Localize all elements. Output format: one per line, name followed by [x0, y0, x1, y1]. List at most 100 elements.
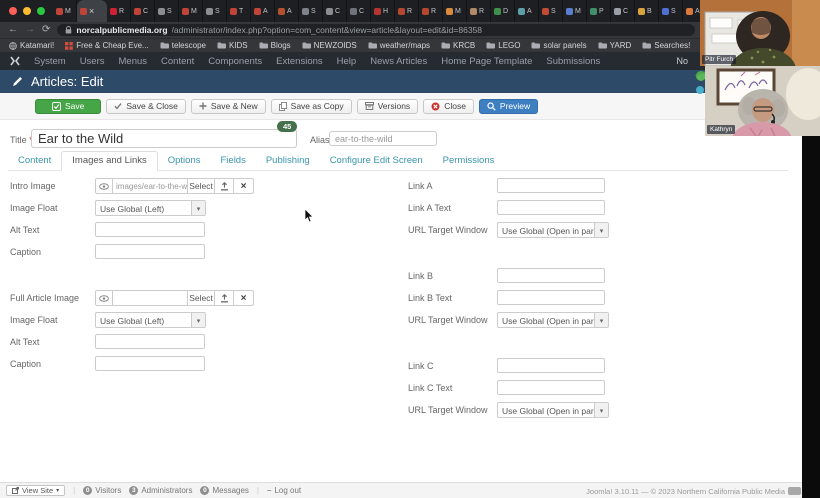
link-b-text-input[interactable]	[497, 290, 605, 305]
media-path-input[interactable]: images/ear-to-the-wild-	[112, 178, 188, 194]
alt-text-input[interactable]	[95, 222, 205, 237]
admin-menu-menus[interactable]: Menus	[119, 56, 148, 67]
admin-menu-content[interactable]: Content	[161, 56, 194, 67]
tab-configure-edit-screen[interactable]: Configure Edit Screen	[320, 152, 433, 170]
media-path-input[interactable]	[112, 290, 188, 306]
browser-tab[interactable]: B	[635, 0, 659, 22]
bookmark-item[interactable]: KRCB	[441, 41, 475, 50]
browser-tab[interactable]: P	[587, 0, 611, 22]
tab-fields[interactable]: Fields	[211, 152, 256, 170]
tab-publishing[interactable]: Publishing	[256, 152, 320, 170]
browser-tab[interactable]: M	[179, 0, 203, 22]
tab-content[interactable]: Content	[8, 152, 61, 170]
clear-icon[interactable]: ×	[233, 290, 254, 306]
clear-icon[interactable]: ×	[233, 178, 254, 194]
url-target-window-select[interactable]: Use Global (Open in parent w...▾	[497, 402, 609, 418]
admin-menu-news-articles[interactable]: News Articles	[370, 56, 427, 67]
browser-tab[interactable]: C	[611, 0, 635, 22]
logout-button[interactable]: – Log out	[267, 486, 301, 495]
url-target-window-select[interactable]: Use Global (Open in parent w...▾	[497, 312, 609, 328]
caption-input[interactable]	[95, 356, 205, 371]
browser-tab[interactable]: M	[53, 0, 77, 22]
tab-permissions[interactable]: Permissions	[433, 152, 505, 170]
bookmark-item[interactable]: LEGO	[486, 41, 520, 50]
preview-button[interactable]: Preview	[479, 99, 538, 114]
browser-tab[interactable]: R	[395, 0, 419, 22]
admin-menu-home-page-template[interactable]: Home Page Template	[441, 56, 532, 67]
browser-tab[interactable]: M	[563, 0, 587, 22]
tab-images-and-links[interactable]: Images and Links	[61, 151, 157, 171]
chevron-down-icon[interactable]: ▾	[594, 403, 608, 417]
upload-icon[interactable]	[214, 178, 234, 194]
admin-menu-extensions[interactable]: Extensions	[276, 56, 322, 67]
bookmark-item[interactable]: Searches!	[642, 41, 690, 50]
zoom-window-icon[interactable]	[37, 7, 45, 15]
status-messages-badge[interactable]: 0Messages	[200, 486, 248, 495]
browser-tab[interactable]: H	[371, 0, 395, 22]
link-c-text-input[interactable]	[497, 380, 605, 395]
bookmark-item[interactable]: weather/maps	[368, 41, 430, 50]
alias-input[interactable]	[329, 131, 437, 146]
url-target-window-select[interactable]: Use Global (Open in parent w...▾	[497, 222, 609, 238]
bookmark-item[interactable]: Katamari!	[9, 41, 54, 50]
view-site-button[interactable]: View Site ▾	[6, 485, 65, 496]
bookmark-item[interactable]: telescope	[160, 41, 206, 50]
chevron-down-icon[interactable]: ▾	[191, 201, 205, 215]
select-image-button[interactable]: Select	[187, 178, 215, 194]
browser-tab[interactable]: R	[467, 0, 491, 22]
save-close-button[interactable]: Save & Close	[106, 99, 186, 114]
versions-button[interactable]: Versions	[357, 99, 419, 114]
preview-eye-icon[interactable]	[95, 290, 113, 306]
bookmark-item[interactable]: NEWZOIDS	[302, 41, 357, 50]
video-call-overlay[interactable]: Pitr Furch Kathryn	[700, 0, 820, 136]
chevron-down-icon[interactable]: ▾	[594, 223, 608, 237]
browser-tab[interactable]: C	[131, 0, 155, 22]
bookmark-item[interactable]: Blogs	[259, 41, 291, 50]
chevron-down-icon[interactable]: ▾	[594, 313, 608, 327]
admin-menu-system[interactable]: System	[34, 56, 66, 67]
close-button[interactable]: Close	[423, 99, 474, 114]
save-as-copy-button[interactable]: Save as Copy	[271, 99, 352, 114]
tab-close-icon[interactable]: ×	[89, 7, 94, 16]
browser-tab[interactable]: C	[323, 0, 347, 22]
admin-menu-help[interactable]: Help	[337, 56, 357, 67]
caption-input[interactable]	[95, 244, 205, 259]
bookmark-item[interactable]: KIDS	[217, 41, 248, 50]
reload-icon[interactable]: ⟳	[42, 25, 50, 35]
bookmark-item[interactable]: Free & Cheap Eve...	[65, 41, 148, 50]
image-float-select[interactable]: Use Global (Left)▾	[95, 200, 206, 216]
browser-tab[interactable]: S	[155, 0, 179, 22]
preview-eye-icon[interactable]	[95, 178, 113, 194]
browser-tab[interactable]: T	[227, 0, 251, 22]
browser-tab[interactable]: R	[107, 0, 131, 22]
link-c-input[interactable]	[497, 358, 605, 373]
status-visitors-badge[interactable]: 0Visitors	[83, 486, 121, 495]
tab-options[interactable]: Options	[158, 152, 211, 170]
address-bar[interactable]: norcalpublicmedia.org/administrator/inde…	[57, 24, 695, 36]
status-administrators-badge[interactable]: 3Administrators	[129, 486, 192, 495]
link-b-input[interactable]	[497, 268, 605, 283]
browser-tab[interactable]: ×	[77, 0, 107, 22]
browser-tab[interactable]: R	[419, 0, 443, 22]
select-image-button[interactable]: Select	[187, 290, 215, 306]
back-icon[interactable]: ←	[8, 25, 18, 35]
save-button[interactable]: Save	[35, 99, 101, 114]
browser-tab[interactable]: D	[491, 0, 515, 22]
title-input[interactable]	[31, 129, 297, 148]
link-a-text-input[interactable]	[497, 200, 605, 215]
image-float-select[interactable]: Use Global (Left)▾	[95, 312, 206, 328]
bookmark-item[interactable]: solar panels	[531, 41, 586, 50]
chevron-down-icon[interactable]: ▾	[191, 313, 205, 327]
link-a-input[interactable]	[497, 178, 605, 193]
close-window-icon[interactable]	[9, 7, 17, 15]
save-new-button[interactable]: Save & New	[191, 99, 266, 114]
browser-tab[interactable]: S	[659, 0, 683, 22]
browser-tab[interactable]: M	[443, 0, 467, 22]
upload-icon[interactable]	[214, 290, 234, 306]
minimize-window-icon[interactable]	[23, 7, 31, 15]
video-feed-2[interactable]: Kathryn	[705, 66, 820, 136]
video-feed-1[interactable]: Pitr Furch	[700, 0, 820, 66]
alt-text-input[interactable]	[95, 334, 205, 349]
window-controls[interactable]	[0, 0, 53, 22]
forward-icon[interactable]: →	[25, 25, 35, 35]
